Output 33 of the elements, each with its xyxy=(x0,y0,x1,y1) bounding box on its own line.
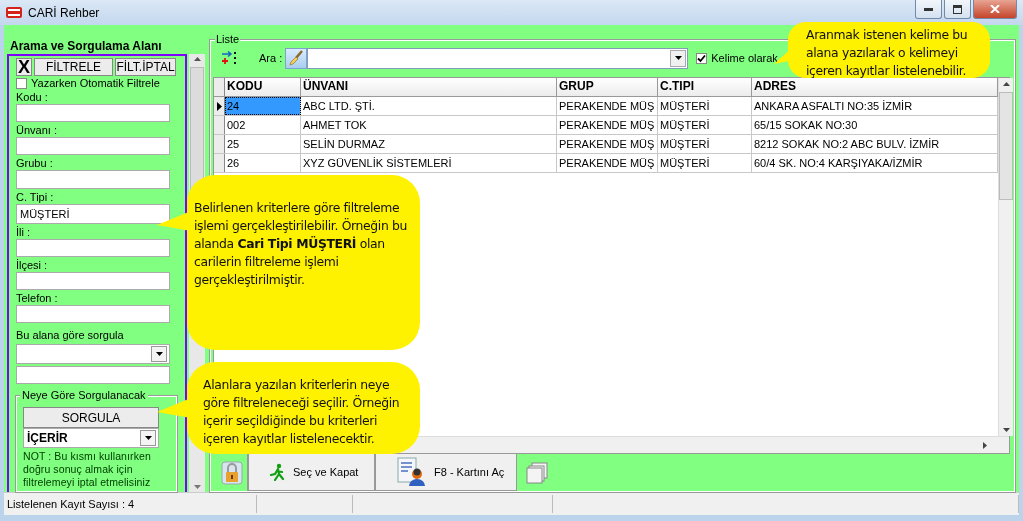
table-cell: MÜŞTERİ xyxy=(658,135,752,153)
panel-title: Arama ve Sorgulama Alanı xyxy=(9,38,163,54)
table-cell: PERAKENDE MÜŞ xyxy=(557,116,658,134)
table-cell: MÜŞTERİ xyxy=(658,154,752,172)
table-cell: 26 xyxy=(225,154,301,172)
status-text: Listelenen Kayıt Sayısı : 4 xyxy=(7,498,135,510)
table-cell: SELİN DURMAZ xyxy=(301,135,557,153)
field-label: İli : xyxy=(16,224,32,239)
field-label: Kodu : xyxy=(16,90,49,105)
group-title: Neye Göre Sorgulanacak xyxy=(20,389,148,401)
field-label: Bu alana göre sorgula xyxy=(16,327,125,342)
field-label: Ünvanı : xyxy=(16,123,58,138)
table-cell: PERAKENDE MÜŞ xyxy=(557,135,658,153)
table-cell: MÜŞTERİ xyxy=(658,116,752,134)
field-label: C. Tipi : xyxy=(16,189,55,204)
table-cell: 002 xyxy=(225,116,301,134)
table-cell: PERAKENDE MÜŞ xyxy=(557,154,658,172)
table-cell: XYZ GÜVENLİK SİSTEMLERİ xyxy=(301,154,557,172)
field-label: Grubu : xyxy=(16,156,54,171)
table-cell: MÜŞTERİ xyxy=(658,97,752,115)
table-cell: 25 xyxy=(225,135,301,153)
table-cell: ABC LTD. ŞTİ. xyxy=(301,97,557,115)
table-cell: PERAKENDE MÜŞ xyxy=(557,97,658,115)
window-title: CARİ Rehber xyxy=(28,5,100,20)
callout-tooltip: Belirlenen kriterlere göre filtreleme işlemi gerçekleştirilebilir. Örneğin bu alanda Cari Tipi MÜŞTERİ olan carilerin filtreleme işlemi gerçekleştirilmiştir. xyxy=(155,175,420,350)
group-title: Liste xyxy=(215,33,241,45)
field-label: İlçesi : xyxy=(16,257,49,272)
note-text: NOT : Bu kısmı kullanırken doğru sonuç almak için filtrelemeyi iptal etmelisiniz xyxy=(23,450,152,489)
callout-tooltip: Alanlara yazılan kriterlerin neye göre filtreleneceği seçilir. Örneğin içerir seçildiğinde bu kriterleri içeren kayıtlar listelenecektir. xyxy=(155,362,420,454)
table-cell: AHMET TOK xyxy=(301,116,557,134)
field-label: Telefon : xyxy=(16,290,59,305)
table-cell: 24 xyxy=(225,97,301,115)
search-label: Ara : xyxy=(259,52,283,64)
